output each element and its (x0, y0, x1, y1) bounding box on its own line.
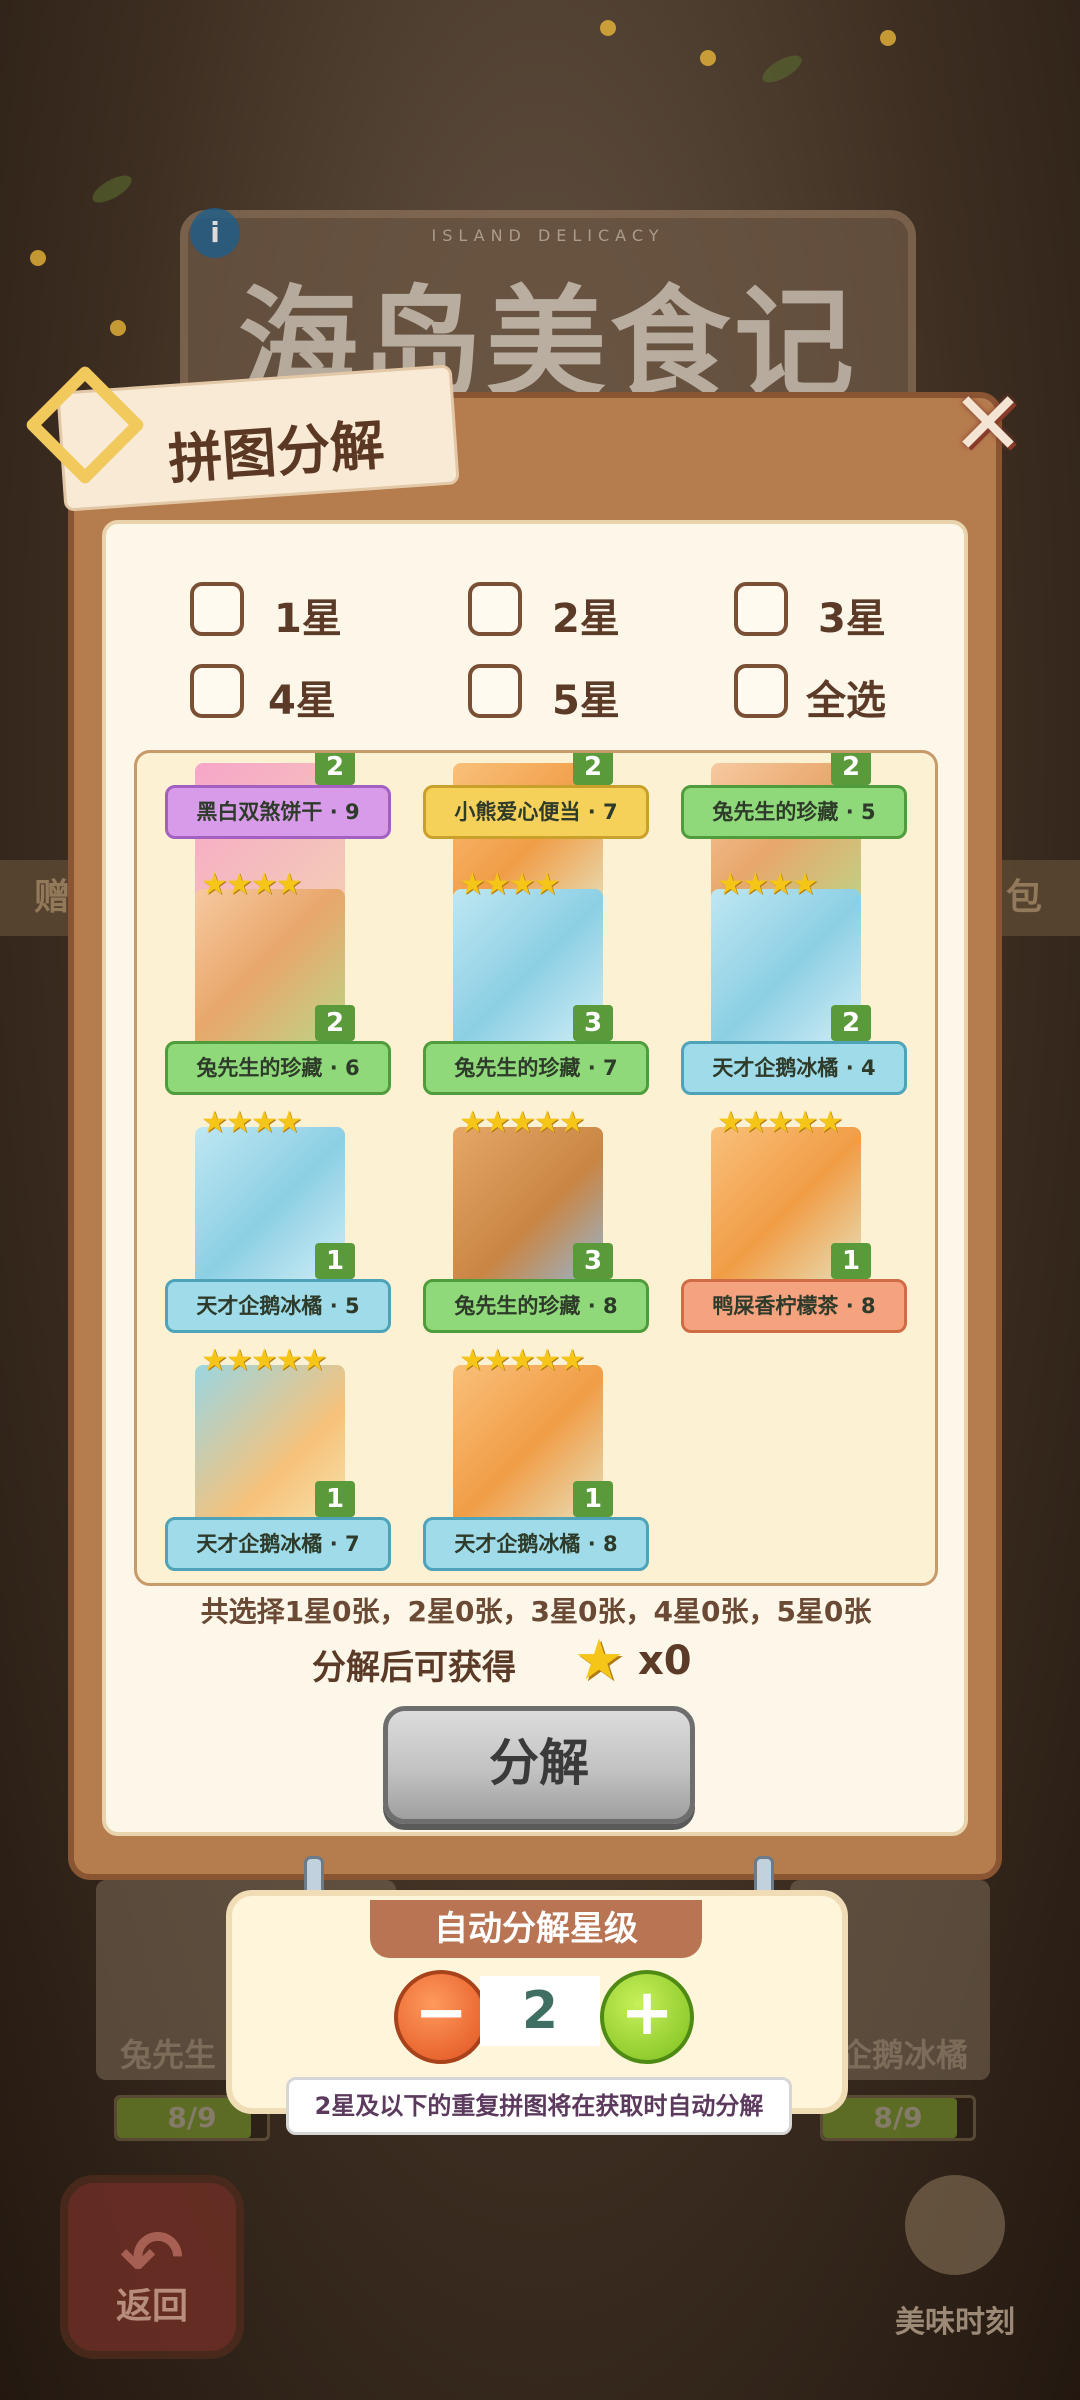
puzzle-card[interactable]: ★★★★ 2 天才企鹅冰橘 · 4 (671, 867, 911, 1101)
checkbox-box[interactable] (734, 664, 788, 718)
decompose-button[interactable]: 分解 (383, 1706, 695, 1824)
auto-decompose-tip: 2星及以下的重复拼图将在获取时自动分解 (286, 2077, 792, 2135)
checkbox-box[interactable] (468, 582, 522, 636)
star-icon: ★ (574, 1628, 625, 1693)
star-rating: ★★★★★ (717, 1105, 843, 1140)
duplicate-count-badge: 1 (315, 1481, 355, 1517)
card-name-ribbon: 天才企鹅冰橘 · 8 (423, 1517, 649, 1571)
blossom-decoration (700, 50, 716, 66)
duplicate-count-badge: 3 (573, 1005, 613, 1041)
star-rating: ★★★★ (201, 867, 303, 902)
side-tab-left-label: 赠 (33, 877, 70, 918)
side-tab-right-label: 包 (1006, 877, 1043, 918)
card-name-ribbon: 天才企鹅冰橘 · 7 (165, 1517, 391, 1571)
background-card-right-label: 企鹅冰橘 (840, 2036, 969, 2074)
star-rating: ★★★★ (717, 867, 819, 902)
info-icon[interactable]: i (190, 208, 240, 258)
star-rating: ★★★★★ (459, 1343, 585, 1378)
card-name-ribbon: 天才企鹅冰橘 · 5 (165, 1279, 391, 1333)
duplicate-count-badge: 2 (831, 1005, 871, 1041)
close-icon[interactable]: ✕ (948, 380, 1028, 468)
blossom-decoration (600, 20, 616, 36)
auto-decompose-level: 2 (480, 1976, 600, 2046)
game-subtitle: ISLAND DELICACY (431, 226, 665, 245)
duplicate-count-badge: 1 (831, 1243, 871, 1279)
blossom-decoration (30, 250, 46, 266)
side-tab-left: 赠 (0, 860, 70, 936)
puzzle-card[interactable]: ★★★★ 3 兔先生的珍藏 · 7 (413, 867, 653, 1101)
dialog-title: 拼图分解 (166, 413, 387, 492)
duplicate-count-badge: 2 (315, 1005, 355, 1041)
card-name-ribbon: 小熊爱心便当 · 7 (423, 785, 649, 839)
tasty-moment-label: 美味时刻 (895, 2305, 1015, 2340)
duplicate-count-badge: 3 (573, 1243, 613, 1279)
puzzle-card[interactable]: ★★★★★ 1 天才企鹅冰橘 · 7 (155, 1343, 395, 1577)
filter-label: 全选 (806, 678, 886, 724)
side-tab-right: 包 (1000, 860, 1080, 936)
puzzle-card[interactable]: ★★★★★ 1 鸭屎香柠檬茶 · 8 (671, 1105, 911, 1339)
progress-text: 8/9 (873, 2101, 923, 2134)
blossom-decoration (110, 320, 126, 336)
card-name-ribbon: 兔先生的珍藏 · 8 (423, 1279, 649, 1333)
duplicate-count-badge: 2 (573, 753, 613, 785)
background-card-left-label: 兔先生 (120, 2036, 217, 2074)
back-button-label: 返回 (115, 2286, 188, 2327)
decrease-level-button[interactable]: − (394, 1970, 488, 2064)
duplicate-count-badge: 2 (831, 753, 871, 785)
tasty-moment-button[interactable]: 美味时刻 (880, 2175, 1030, 2345)
card-name-ribbon: 鸭屎香柠檬茶 · 8 (681, 1279, 907, 1333)
checkbox-box[interactable] (468, 664, 522, 718)
star-rating: ★★★★ (201, 1105, 303, 1140)
puzzle-card-grid: 2 黑白双煞饼干 · 9 2 小熊爱心便当 · 7 2 兔先生的珍藏 · 5 ★… (134, 750, 938, 1586)
puzzle-card[interactable]: ★★★★★ 1 天才企鹅冰橘 · 8 (413, 1343, 653, 1577)
filter-label: 5星 (552, 678, 620, 724)
increase-level-button[interactable]: + (600, 1970, 694, 2064)
reward-label: 分解后可获得 (312, 1648, 516, 1688)
star-rating: ★★★★★ (201, 1343, 327, 1378)
auto-decompose-title: 自动分解星级 (370, 1900, 702, 1958)
card-name-ribbon: 黑白双煞饼干 · 9 (165, 785, 391, 839)
filter-label: 2星 (552, 596, 620, 642)
filter-label: 1星 (274, 596, 342, 642)
hamster-cake-icon (905, 2175, 1005, 2275)
card-name-ribbon: 兔先生的珍藏 · 5 (681, 785, 907, 839)
checkbox-box[interactable] (190, 664, 244, 718)
puzzle-card[interactable]: ★★★★ 1 天才企鹅冰橘 · 5 (155, 1105, 395, 1339)
duplicate-count-badge: 1 (315, 1243, 355, 1279)
star-rating: ★★★★★ (459, 1105, 585, 1140)
puzzle-card[interactable]: ★★★★ 2 兔先生的珍藏 · 6 (155, 867, 395, 1101)
selection-summary: 共选择1星0张，2星0张，3星0张，4星0张，5星0张 (200, 1595, 872, 1628)
checkbox-box[interactable] (190, 582, 244, 636)
duplicate-count-badge: 1 (573, 1481, 613, 1517)
blossom-decoration (880, 30, 896, 46)
star-rating: ★★★★ (459, 867, 561, 902)
card-name-ribbon: 兔先生的珍藏 · 7 (423, 1041, 649, 1095)
duplicate-count-badge: 2 (315, 753, 355, 785)
filter-label: 3星 (818, 596, 886, 642)
puzzle-card[interactable]: ★★★★★ 3 兔先生的珍藏 · 8 (413, 1105, 653, 1339)
card-name-ribbon: 兔先生的珍藏 · 6 (165, 1041, 391, 1095)
card-name-ribbon: 天才企鹅冰橘 · 4 (681, 1041, 907, 1095)
filter-label: 4星 (268, 678, 336, 724)
reward-value: x0 (638, 1638, 692, 1684)
back-button[interactable]: ↶ 返回 (60, 2175, 244, 2359)
checkbox-box[interactable] (734, 582, 788, 636)
